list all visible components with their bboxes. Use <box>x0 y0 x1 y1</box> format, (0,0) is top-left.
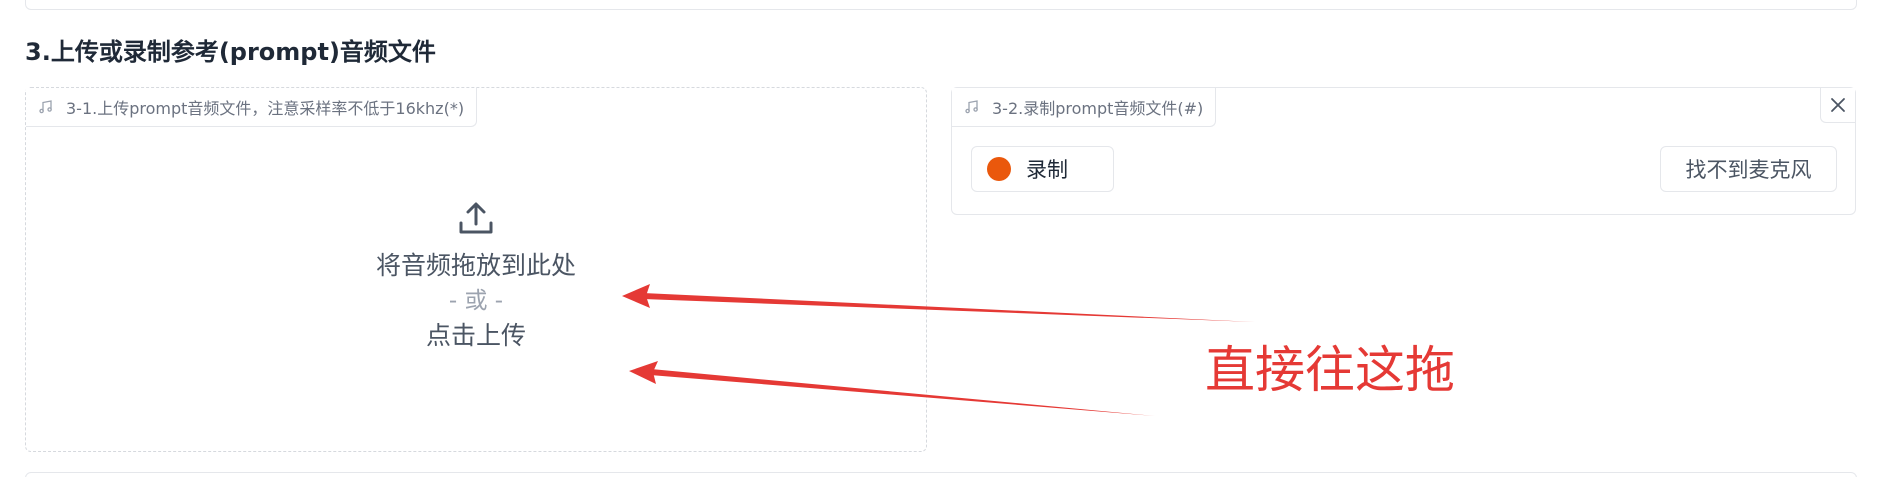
drop-text: 将音频拖放到此处 <box>375 251 576 280</box>
previous-section-box <box>25 0 1857 10</box>
close-icon <box>1831 98 1845 112</box>
upload-content: 将音频拖放到此处 - 或 - 点击上传 <box>26 198 926 354</box>
no-microphone-button[interactable]: 找不到麦克风 <box>1660 146 1837 192</box>
record-button-label: 录制 <box>1026 158 1068 182</box>
next-section-box <box>25 472 1857 477</box>
record-panel-label: 3-2.录制prompt音频文件(#) <box>952 88 1217 127</box>
upload-label-text: 3-1.上传prompt音频文件，注意采样率不低于16khz(*) <box>66 99 465 118</box>
annotation-text: 直接往这拖 <box>1205 341 1455 399</box>
audio-upload-dropzone[interactable]: 3-1.上传prompt音频文件，注意采样率不低于16khz(*) 将音频拖放到… <box>25 87 927 452</box>
upload-icon <box>459 202 493 234</box>
music-note-icon <box>965 100 978 114</box>
upload-panel-label: 3-1.上传prompt音频文件，注意采样率不低于16khz(*) <box>26 88 478 127</box>
page: 3.上传或录制参考(prompt)音频文件 3-1.上传prompt音频文件，注… <box>0 0 1884 477</box>
audio-record-panel: 3-2.录制prompt音频文件(#) 录制 找不到麦克风 <box>951 87 1856 215</box>
click-upload-text[interactable]: 点击上传 <box>426 318 526 354</box>
record-dot-icon <box>987 157 1011 181</box>
music-note-icon <box>39 100 52 114</box>
or-separator: - 或 - <box>448 288 504 314</box>
record-label-text: 3-2.录制prompt音频文件(#) <box>992 99 1204 118</box>
close-button[interactable] <box>1820 88 1855 123</box>
record-button[interactable]: 录制 <box>971 146 1114 192</box>
section-title: 3.上传或录制参考(prompt)音频文件 <box>25 38 436 66</box>
